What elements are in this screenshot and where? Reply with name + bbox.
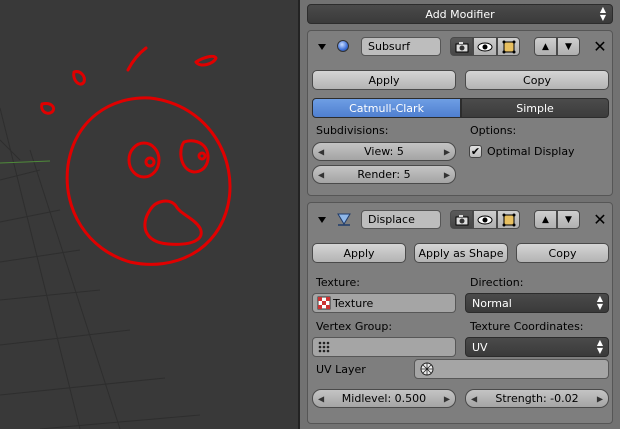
move-down-button[interactable]: ▼ xyxy=(557,210,580,229)
uv-layer-label: UV Layer xyxy=(316,363,366,376)
uv-sphere-icon xyxy=(420,362,434,376)
annotation-doodle xyxy=(40,46,232,266)
increment-arrow-icon[interactable]: ▶ xyxy=(444,147,450,156)
decrement-arrow-icon[interactable]: ◀ xyxy=(318,170,324,179)
eye-icon xyxy=(477,215,493,224)
move-down-button[interactable]: ▼ xyxy=(557,37,580,56)
updown-arrows-icon: ▲ ▼ xyxy=(596,294,603,311)
edit-mesh-icon xyxy=(502,213,515,226)
increment-arrow-icon[interactable]: ▶ xyxy=(597,394,603,403)
decrement-arrow-icon[interactable]: ◀ xyxy=(471,394,477,403)
texture-field[interactable]: Texture xyxy=(312,293,456,313)
updown-arrows-icon: ▲ ▼ xyxy=(596,338,603,355)
displace-apply-button[interactable]: Apply xyxy=(312,243,406,263)
displace-modifier-icon xyxy=(337,213,351,226)
increment-arrow-icon[interactable]: ▶ xyxy=(444,394,450,403)
options-label: Options: xyxy=(470,124,517,137)
move-up-button[interactable]: ▲ xyxy=(534,210,557,229)
move-up-button[interactable]: ▲ xyxy=(534,37,557,56)
strength-field[interactable]: ◀ Strength: -0.02 ▶ xyxy=(465,389,609,408)
subsurf-name-field[interactable]: Subsurf xyxy=(361,37,441,56)
edit-mesh-icon xyxy=(502,40,515,53)
properties-editor: Add Modifier ▲ ▼ Subsurf ▲ ▼ ✕ Apply Copy… xyxy=(300,0,620,429)
vertex-group-icon xyxy=(318,341,330,353)
subsurf-copy-button[interactable]: Copy xyxy=(465,70,609,90)
subsurf-modifier-icon xyxy=(337,40,349,52)
texture-coordinates-label: Texture Coordinates: xyxy=(470,320,584,333)
chevron-down-icon: ▼ xyxy=(565,214,572,225)
optimal-display-label: Optimal Display xyxy=(487,145,575,158)
collapse-triangle-icon[interactable] xyxy=(318,44,326,50)
camera-icon xyxy=(455,41,468,52)
displace-name-field[interactable]: Displace xyxy=(361,210,441,229)
texture-label: Texture: xyxy=(316,276,360,289)
chevron-up-icon: ▲ xyxy=(542,41,549,52)
collapse-triangle-icon[interactable] xyxy=(318,217,326,223)
viewport-grid xyxy=(0,107,201,429)
uv-layer-field[interactable] xyxy=(414,359,609,379)
tab-catmull-clark[interactable]: Catmull-Clark xyxy=(312,98,461,118)
checkmark-icon: ✔ xyxy=(470,145,481,158)
camera-icon xyxy=(455,214,468,225)
add-modifier-label: Add Modifier xyxy=(425,7,495,21)
viewport-canvas xyxy=(0,46,232,429)
texture-checker-icon xyxy=(317,296,331,310)
tab-simple[interactable]: Simple xyxy=(461,98,609,118)
chevron-up-icon: ▲ xyxy=(542,214,549,225)
subsurf-apply-button[interactable]: Apply xyxy=(312,70,456,90)
editmode-toggle-button[interactable] xyxy=(497,210,520,229)
midlevel-field[interactable]: ◀ Midlevel: 0.500 ▶ xyxy=(312,389,456,408)
viewport-toggle-button[interactable] xyxy=(473,210,497,229)
3d-viewport[interactable] xyxy=(0,0,298,429)
eye-icon xyxy=(477,42,493,51)
editmode-toggle-button[interactable] xyxy=(497,37,520,56)
y-axis-line xyxy=(0,160,51,164)
render-toggle-button[interactable] xyxy=(450,210,473,229)
vertex-group-label: Vertex Group: xyxy=(316,320,393,333)
optimal-display-checkbox[interactable]: ✔ xyxy=(469,145,482,158)
viewport-toggle-button[interactable] xyxy=(473,37,497,56)
vertex-group-field[interactable] xyxy=(312,337,456,357)
close-icon[interactable]: ✕ xyxy=(590,209,610,229)
texture-coordinates-dropdown[interactable]: UV ▲ ▼ xyxy=(465,337,609,357)
decrement-arrow-icon[interactable]: ◀ xyxy=(318,147,324,156)
chevron-down-icon: ▼ xyxy=(565,41,572,52)
direction-dropdown[interactable]: Normal ▲ ▼ xyxy=(465,293,609,313)
increment-arrow-icon[interactable]: ▶ xyxy=(444,170,450,179)
displace-copy-button[interactable]: Copy xyxy=(516,243,609,263)
direction-label: Direction: xyxy=(470,276,524,289)
decrement-arrow-icon[interactable]: ◀ xyxy=(318,394,324,403)
render-toggle-button[interactable] xyxy=(450,37,473,56)
render-levels-field[interactable]: ◀ Render: 5 ▶ xyxy=(312,165,456,184)
close-icon[interactable]: ✕ xyxy=(590,36,610,56)
apply-as-shape-button[interactable]: Apply as Shape xyxy=(414,243,508,263)
subdivisions-label: Subdivisions: xyxy=(316,124,389,137)
updown-arrows-icon: ▲ ▼ xyxy=(599,5,606,22)
view-levels-field[interactable]: ◀ View: 5 ▶ xyxy=(312,142,456,161)
add-modifier-dropdown[interactable]: Add Modifier ▲ ▼ xyxy=(307,4,613,24)
